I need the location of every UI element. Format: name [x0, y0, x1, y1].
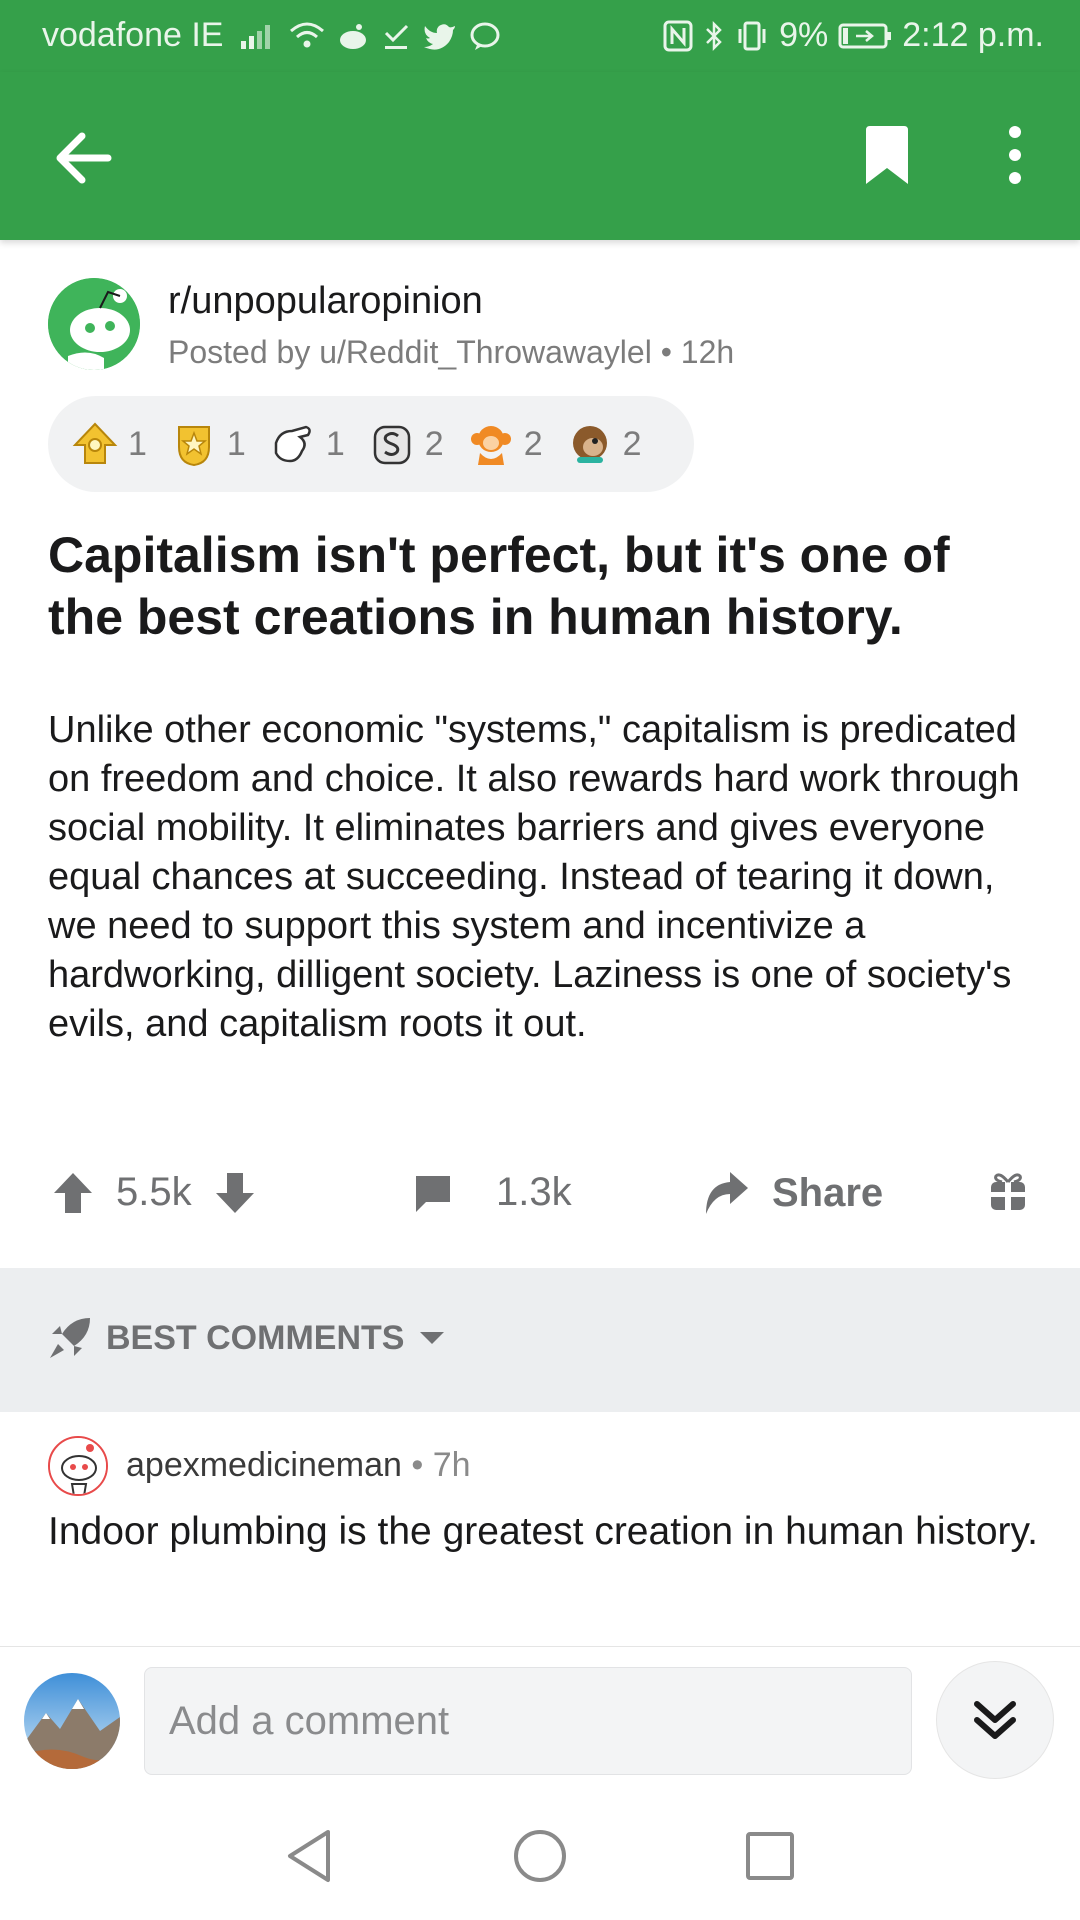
comments-button[interactable]: 1.3k — [412, 1170, 572, 1215]
arrow-left-icon — [56, 132, 112, 184]
status-bar: vodafone IE 9% 2:12 p.m. — [0, 0, 1080, 72]
twitter-icon — [424, 23, 456, 50]
download-done-icon — [385, 24, 409, 49]
award-item: 2 — [468, 421, 543, 467]
share-label: Share — [772, 1170, 884, 1215]
more-options-button[interactable] — [1000, 124, 1030, 186]
award-hand-icon — [274, 425, 311, 463]
wifi-icon — [290, 22, 325, 47]
post-title: Capitalism isn't perfect, but it's one o… — [48, 527, 950, 645]
snoo-avatar-icon — [50, 1438, 106, 1494]
award-count: 1 — [325, 424, 345, 463]
more-vertical-icon — [1009, 126, 1021, 184]
collapse-comments-button[interactable] — [936, 1661, 1054, 1779]
post-author-meta[interactable]: Posted by u/Reddit_Throwawaylel • 12h — [168, 334, 734, 371]
award-item: 1 — [171, 421, 246, 467]
system-nav-bar — [0, 1796, 1080, 1920]
comment-input[interactable]: Add a comment — [144, 1667, 912, 1775]
give-award-button[interactable] — [988, 1170, 1028, 1212]
caret-down-icon — [420, 1332, 445, 1344]
comments-count: 1.3k — [496, 1170, 572, 1214]
save-post-button[interactable] — [862, 124, 912, 186]
award-count: 2 — [424, 424, 444, 463]
award-item: 1 — [270, 421, 345, 467]
carrier-label: vodafone IE — [42, 16, 224, 54]
nav-back-button[interactable] — [280, 1826, 340, 1886]
award-count: 1 — [226, 424, 246, 463]
comment-text: Indoor plumbing is the greatest creation… — [48, 1510, 1038, 1553]
post-actions: 5.5k 1.3k Share — [0, 1160, 1080, 1240]
app-notification-icon — [340, 23, 367, 49]
upvote-icon[interactable] — [52, 1171, 94, 1215]
award-item: 2 — [567, 421, 642, 467]
comment-icon — [416, 1175, 450, 1212]
award-item: 2 — [369, 421, 444, 467]
award-chimp-icon — [572, 426, 607, 463]
award-monkey-icon — [470, 426, 511, 465]
bookmark-icon — [866, 126, 908, 184]
nav-recents-button[interactable] — [740, 1826, 800, 1886]
subreddit-name[interactable]: r/unpopularopinion — [168, 280, 483, 323]
award-count: 2 — [523, 424, 543, 463]
square-recents-icon — [746, 1832, 794, 1880]
sort-label: BEST COMMENTS — [106, 1318, 405, 1357]
comment-author[interactable]: apexmedicineman — [126, 1446, 402, 1484]
vibrate-icon — [738, 21, 766, 50]
battery-percent: 9% — [779, 16, 829, 54]
award-coin-icon — [373, 425, 411, 465]
awards-bar[interactable]: 1 1 1 2 2 2 — [48, 396, 694, 492]
comment-composer: Add a comment — [0, 1646, 1080, 1797]
award-gold-icon — [72, 422, 118, 464]
clock: 2:12 p.m. — [902, 16, 1044, 54]
share-button[interactable]: Share — [702, 1170, 883, 1216]
award-count: 1 — [128, 424, 147, 463]
gift-icon — [991, 1173, 1025, 1210]
subreddit-avatar[interactable] — [48, 278, 140, 370]
nav-home-button[interactable] — [510, 1826, 570, 1886]
comments-sort-bar: BEST COMMENTS — [0, 1268, 1080, 1412]
rocket-icon — [50, 1318, 90, 1358]
award-count: 2 — [622, 424, 642, 463]
comment-age: • 7h — [401, 1446, 471, 1484]
comment-meta: apexmedicineman • 7h — [126, 1446, 471, 1485]
sort-dropdown[interactable]: BEST COMMENTS — [48, 1316, 446, 1360]
circle-home-icon — [514, 1830, 566, 1882]
commenter-avatar[interactable] — [48, 1436, 108, 1496]
signal-icon — [241, 24, 271, 49]
post-body: Unlike other economic "systems," capital… — [48, 709, 1020, 1045]
app-bar — [0, 72, 1080, 240]
chevrons-down-icon — [974, 1701, 1016, 1739]
nfc-icon — [663, 20, 693, 51]
messenger-icon — [470, 22, 500, 50]
battery-charging-icon — [838, 23, 892, 48]
downvote-icon[interactable] — [214, 1171, 256, 1215]
back-button[interactable] — [54, 130, 114, 186]
snoo-icon — [48, 278, 140, 370]
score-count: 5.5k — [116, 1170, 192, 1214]
bluetooth-icon — [706, 20, 722, 51]
vote-group: 5.5k — [52, 1170, 256, 1215]
post-header: r/unpopularopinion Posted by u/Reddit_Th… — [48, 276, 1048, 376]
award-star-icon — [177, 426, 210, 467]
mountain-avatar-icon — [24, 1673, 120, 1769]
share-icon — [706, 1172, 748, 1214]
user-avatar[interactable] — [24, 1673, 120, 1769]
triangle-back-icon — [288, 1830, 330, 1882]
award-item: 1 — [72, 421, 147, 467]
